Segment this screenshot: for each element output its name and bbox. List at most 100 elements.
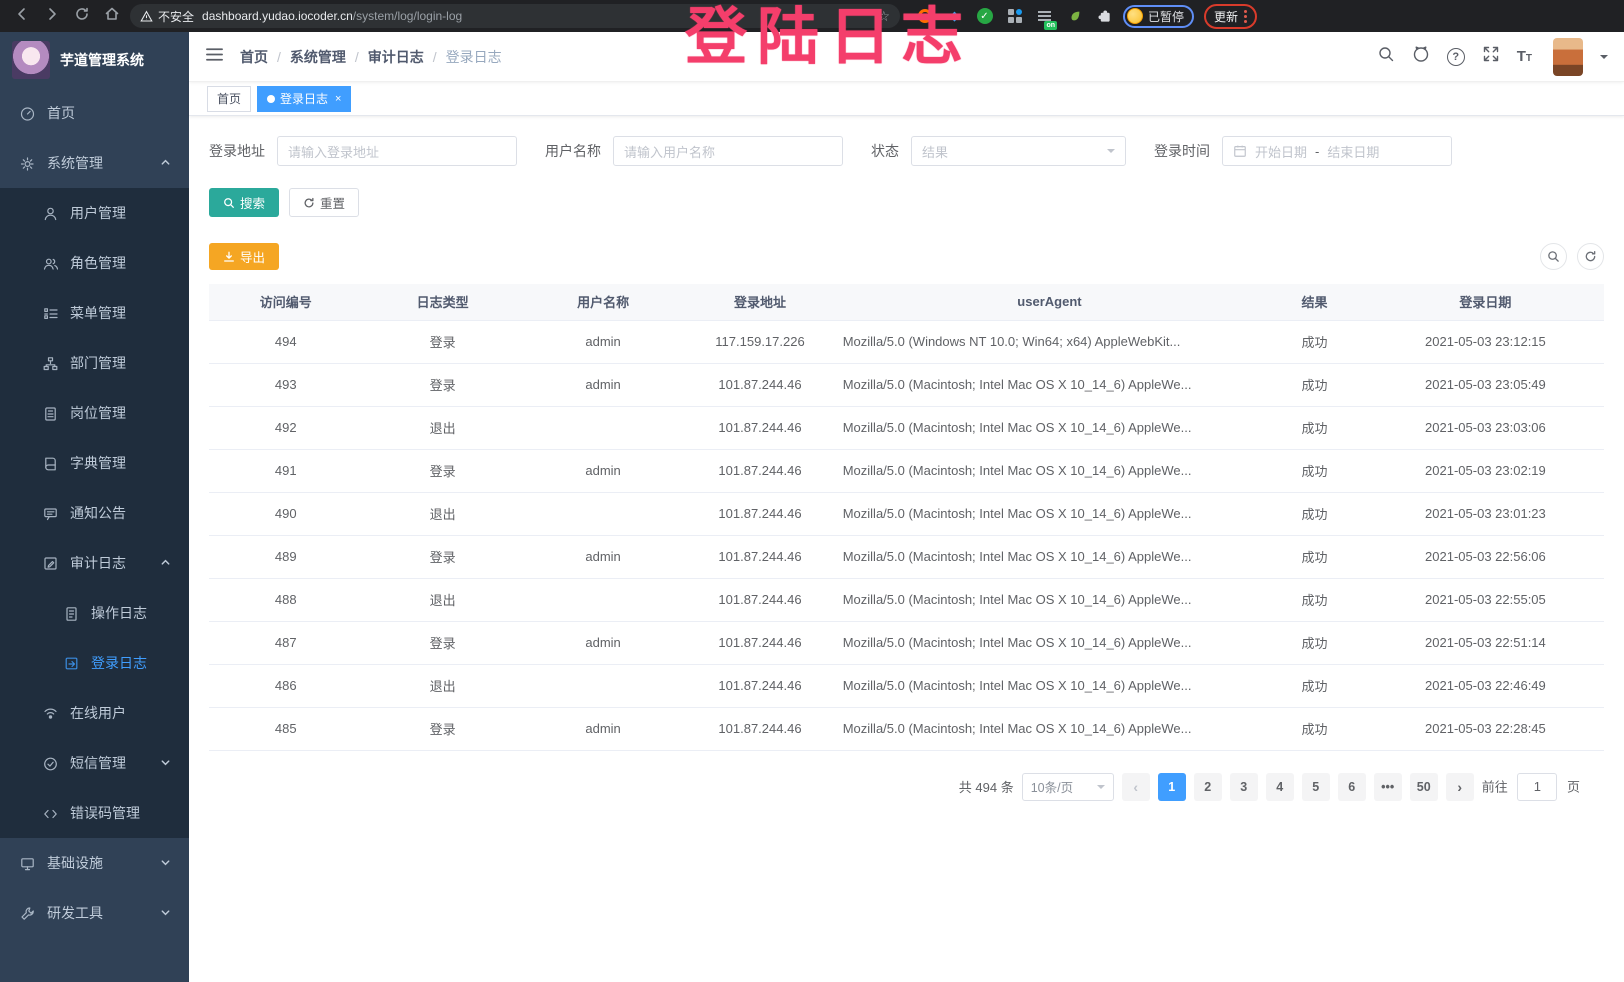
page-size-select[interactable]: 10条/页 [1022,773,1114,801]
browser-update-button[interactable]: 更新 [1204,4,1257,29]
cell-user [523,578,683,621]
extension-green-check-icon[interactable]: ✓ [976,8,993,25]
sidebar-item-home[interactable]: 首页 [0,88,189,138]
cell-type: 退出 [362,578,522,621]
sidebar-item-login-log[interactable]: 登录日志 [0,638,189,688]
username-input[interactable]: 请输入用户名称 [613,136,843,166]
page-button[interactable]: 3 [1230,773,1258,801]
extension-leaf-icon[interactable] [1066,8,1083,25]
table-row[interactable]: 492 退出 101.87.244.46 Mozilla/5.0 (Macint… [209,406,1604,449]
sidebar-item-error-codes[interactable]: 错误码管理 [0,788,189,838]
home-icon[interactable] [104,6,120,27]
app-logo[interactable]: 芋道管理系统 [0,32,189,88]
sidebar-item-online-users[interactable]: 在线用户 [0,688,189,738]
page-button[interactable]: 2 [1194,773,1222,801]
search-icon[interactable] [1377,45,1395,68]
cell-ip: 101.87.244.46 [683,535,836,578]
table-row[interactable]: 490 退出 101.87.244.46 Mozilla/5.0 (Macint… [209,492,1604,535]
refresh-icon [303,197,315,209]
page-button[interactable]: 1 [1158,773,1186,801]
goto-page-input[interactable] [1517,773,1557,801]
sidebar-item-departments[interactable]: 部门管理 [0,338,189,388]
not-secure-warning[interactable]: 不安全 [140,8,194,25]
cell-result: 成功 [1262,664,1367,707]
end-date-placeholder: 结束日期 [1327,142,1379,161]
table-row[interactable]: 488 退出 101.87.244.46 Mozilla/5.0 (Macint… [209,578,1604,621]
breadcrumb-system[interactable]: 系统管理 [290,47,346,67]
page-button[interactable]: 5 [1302,773,1330,801]
username-label: 用户名称 [545,141,601,161]
extensions-puzzle-icon[interactable] [1096,8,1113,25]
cell-date: 2021-05-03 23:12:15 [1367,320,1604,363]
sidebar-item-notices[interactable]: 通知公告 [0,488,189,538]
avatar-caret-icon[interactable] [1600,55,1608,63]
table-row[interactable]: 493 登录 admin 101.87.244.46 Mozilla/5.0 (… [209,363,1604,406]
cell-ip: 117.159.17.226 [683,320,836,363]
extension-list-icon[interactable]: on [1036,8,1053,25]
sidebar-item-dev-tools[interactable]: 研发工具 [0,888,189,938]
tags-view-bar: 首页 登录日志 × [189,82,1624,116]
cell-user: admin [523,363,683,406]
breadcrumb-audit[interactable]: 审计日志 [368,47,424,67]
browser-menu-icon[interactable] [1244,10,1247,23]
cell-date: 2021-05-03 23:05:49 [1367,363,1604,406]
page-button[interactable]: 6 [1338,773,1366,801]
address-input[interactable]: 请输入登录地址 [277,136,517,166]
github-icon[interactable] [1412,45,1430,68]
toggle-search-button[interactable] [1540,243,1567,270]
breadcrumb-home[interactable]: 首页 [240,47,268,67]
reload-icon[interactable] [74,6,90,27]
profile-paused-chip[interactable]: 已暂停 [1123,5,1194,28]
table-row[interactable]: 491 登录 admin 101.87.244.46 Mozilla/5.0 (… [209,449,1604,492]
sidebar-item-sms[interactable]: 短信管理 [0,738,189,788]
close-icon[interactable]: × [335,93,341,105]
cell-result: 成功 [1262,449,1367,492]
cell-result: 成功 [1262,492,1367,535]
font-size-icon[interactable]: TT [1517,48,1532,65]
cell-date: 2021-05-03 22:28:45 [1367,707,1604,750]
sidebar-item-posts[interactable]: 岗位管理 [0,388,189,438]
cell-ip: 101.87.244.46 [683,449,836,492]
goto-page: 前往 页 [1482,773,1580,801]
prev-page-button[interactable]: ‹ [1122,773,1150,801]
sidebar-toggle-icon[interactable] [205,45,224,69]
next-page-button[interactable]: › [1446,773,1474,801]
search-button[interactable]: 搜索 [209,188,279,217]
export-button[interactable]: 导出 [209,243,279,270]
tag-home[interactable]: 首页 [207,86,251,112]
tag-login-log[interactable]: 登录日志 × [257,86,351,112]
page-button[interactable]: 4 [1266,773,1294,801]
cell-type: 登录 [362,363,522,406]
extension-grid-icon[interactable] [1006,8,1023,25]
sidebar-item-roles[interactable]: 角色管理 [0,238,189,288]
cell-user: admin [523,707,683,750]
chevron-down-icon [160,755,171,771]
page-ellipsis[interactable]: ••• [1374,773,1402,801]
page-button[interactable]: 50 [1410,773,1438,801]
sidebar-item-users[interactable]: 用户管理 [0,188,189,238]
table-row[interactable]: 487 登录 admin 101.87.244.46 Mozilla/5.0 (… [209,621,1604,664]
chevron-up-icon [160,555,171,571]
forward-icon[interactable] [44,6,60,27]
sidebar-item-infrastructure[interactable]: 基础设施 [0,838,189,888]
goto-label: 前往 [1482,779,1508,794]
sidebar-item-menus[interactable]: 菜单管理 [0,288,189,338]
range-separator: - [1315,144,1319,159]
table-row[interactable]: 494 登录 admin 117.159.17.226 Mozilla/5.0 … [209,320,1604,363]
help-icon[interactable]: ? [1447,48,1465,66]
sidebar-item-audit-log[interactable]: 审计日志 [0,538,189,588]
back-icon[interactable] [14,6,30,27]
sidebar-item-dict[interactable]: 字典管理 [0,438,189,488]
avatar[interactable] [1553,38,1583,76]
sidebar-item-system[interactable]: 系统管理 [0,138,189,188]
date-range-picker[interactable]: 开始日期 - 结束日期 [1222,136,1452,166]
status-select[interactable]: 结果 [911,136,1126,166]
table-row[interactable]: 485 登录 admin 101.87.244.46 Mozilla/5.0 (… [209,707,1604,750]
fullscreen-icon[interactable] [1482,45,1500,68]
refresh-table-button[interactable] [1577,243,1604,270]
sidebar-item-operation-log[interactable]: 操作日志 [0,588,189,638]
table-row[interactable]: 486 退出 101.87.244.46 Mozilla/5.0 (Macint… [209,664,1604,707]
cell-user [523,492,683,535]
reset-button[interactable]: 重置 [289,188,359,217]
table-row[interactable]: 489 登录 admin 101.87.244.46 Mozilla/5.0 (… [209,535,1604,578]
